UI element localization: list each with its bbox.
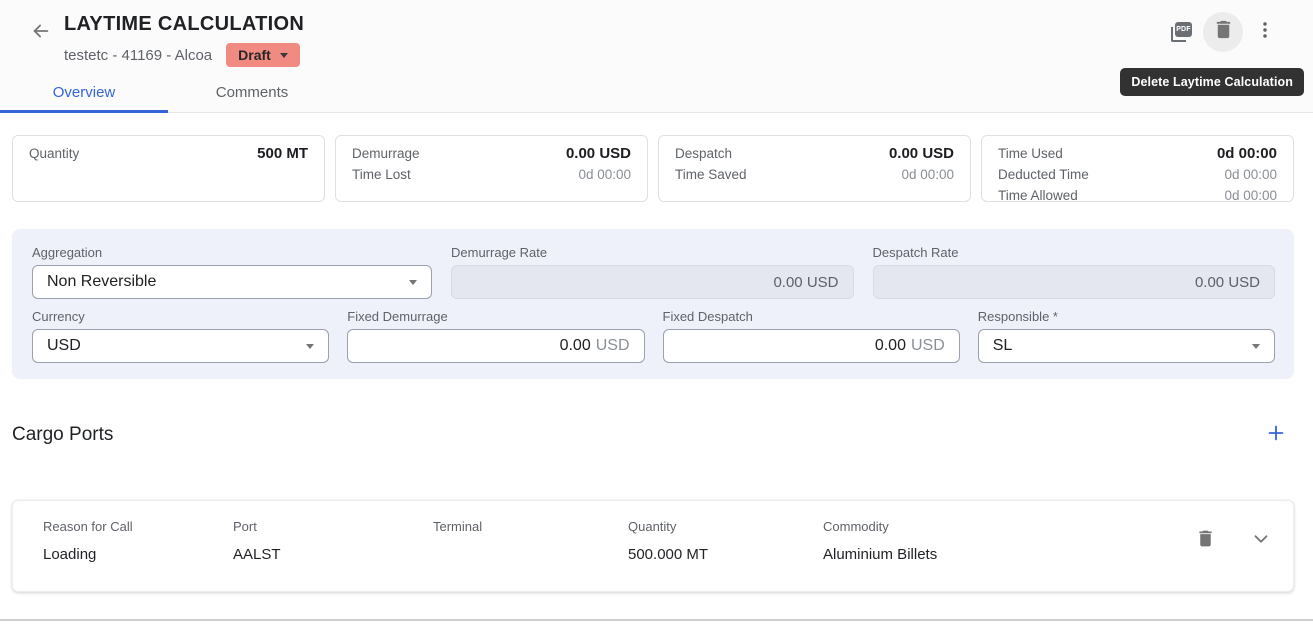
fixed-despatch-input[interactable]: 0.00 USD bbox=[663, 329, 960, 363]
cargo-ports-heading: Cargo Ports bbox=[12, 424, 113, 446]
demurrage-value: 0.00 USD bbox=[566, 143, 631, 164]
plus-icon bbox=[1265, 422, 1287, 449]
tab-overview[interactable]: Overview bbox=[0, 76, 168, 113]
chevron-down-icon bbox=[409, 280, 417, 285]
quantity-header: Quantity bbox=[628, 519, 823, 534]
demurrage-card: Demurrage 0.00 USD Time Lost 0d 00:00 bbox=[335, 135, 648, 202]
tab-bar: Overview Comments bbox=[0, 76, 1313, 113]
fixed-demurrage-value: 0.00 bbox=[560, 337, 591, 355]
despatch-rate-field: Despatch Rate 0.00 USD bbox=[873, 245, 1276, 299]
fixed-despatch-label: Fixed Despatch bbox=[663, 309, 960, 324]
despatch-value: 0.00 USD bbox=[889, 143, 954, 164]
fixed-despatch-field: Fixed Despatch 0.00 USD bbox=[663, 309, 960, 363]
despatch-rate-input: 0.00 USD bbox=[873, 265, 1276, 299]
currency-value: USD bbox=[47, 337, 81, 355]
summary-cards-row: Quantity 500 MT Demurrage 0.00 USD Time … bbox=[12, 135, 1294, 202]
quantity-cell: Quantity 500.000 MT bbox=[628, 519, 823, 563]
calculation-settings-section: Aggregation Non Reversible Demurrage Rat… bbox=[12, 229, 1294, 379]
responsible-value: SL bbox=[993, 337, 1013, 355]
aggregation-value: Non Reversible bbox=[47, 273, 156, 291]
demurrage-label: Demurrage bbox=[352, 143, 420, 164]
terminal-header: Terminal bbox=[433, 519, 628, 534]
demurrage-rate-input: 0.00 USD bbox=[451, 265, 854, 299]
quantity-value: 500 MT bbox=[257, 143, 308, 164]
page-subtitle: testetc - 41169 - Alcoa bbox=[64, 47, 212, 64]
bottom-divider bbox=[0, 619, 1313, 621]
page-title: LAYTIME CALCULATION bbox=[64, 12, 304, 36]
time-saved-label: Time Saved bbox=[675, 164, 747, 185]
cargo-port-row: Reason for Call Loading Port AALST Termi… bbox=[12, 500, 1294, 592]
more-options-button[interactable] bbox=[1245, 12, 1285, 52]
despatch-label: Despatch bbox=[675, 143, 732, 164]
responsible-label: Responsible * bbox=[978, 309, 1275, 324]
terminal-cell: Terminal bbox=[433, 519, 628, 563]
responsible-select[interactable]: SL bbox=[978, 329, 1275, 363]
currency-field: Currency USD bbox=[32, 309, 329, 363]
currency-label: Currency bbox=[32, 309, 329, 324]
status-label: Draft bbox=[238, 47, 271, 63]
time-allowed-value: 0d 00:00 bbox=[1224, 185, 1277, 206]
demurrage-rate-value: 0.00 USD bbox=[773, 274, 838, 291]
delete-tooltip: Delete Laytime Calculation bbox=[1120, 68, 1304, 96]
aggregation-field: Aggregation Non Reversible bbox=[32, 245, 432, 299]
arrow-left-icon bbox=[30, 20, 52, 47]
row-expand-button[interactable] bbox=[1243, 523, 1279, 559]
pdf-icon: PDF bbox=[1169, 20, 1193, 44]
chevron-down-icon bbox=[280, 53, 288, 58]
aggregation-select[interactable]: Non Reversible bbox=[32, 265, 432, 299]
status-badge[interactable]: Draft bbox=[226, 43, 300, 67]
time-allowed-label: Time Allowed bbox=[998, 185, 1078, 206]
time-lost-value: 0d 00:00 bbox=[578, 164, 631, 185]
port-value: AALST bbox=[233, 546, 433, 563]
fixed-despatch-unit: USD bbox=[911, 337, 945, 355]
demurrage-rate-field: Demurrage Rate 0.00 USD bbox=[451, 245, 854, 299]
export-pdf-button[interactable]: PDF bbox=[1161, 12, 1201, 52]
quantity-card: Quantity 500 MT bbox=[12, 135, 325, 202]
fixed-demurrage-unit: USD bbox=[596, 337, 630, 355]
deducted-time-label: Deducted Time bbox=[998, 164, 1089, 185]
fixed-demurrage-label: Fixed Demurrage bbox=[347, 309, 644, 324]
despatch-rate-label: Despatch Rate bbox=[873, 245, 1276, 260]
chevron-down-icon bbox=[306, 344, 314, 349]
page-header: LAYTIME CALCULATION testetc - 41169 - Al… bbox=[0, 0, 1313, 113]
commodity-value: Aluminium Billets bbox=[823, 546, 1187, 563]
time-used-card: Time Used 0d 00:00 Deducted Time 0d 00:0… bbox=[981, 135, 1294, 202]
trash-icon bbox=[1195, 528, 1216, 554]
time-used-value: 0d 00:00 bbox=[1217, 143, 1277, 164]
trash-icon bbox=[1212, 18, 1235, 46]
delete-button[interactable] bbox=[1203, 12, 1243, 52]
reason-for-call-header: Reason for Call bbox=[43, 519, 233, 534]
commodity-cell: Commodity Aluminium Billets bbox=[823, 519, 1187, 563]
time-used-label: Time Used bbox=[998, 143, 1063, 164]
commodity-header: Commodity bbox=[823, 519, 1187, 534]
demurrage-rate-label: Demurrage Rate bbox=[451, 245, 854, 260]
responsible-field: Responsible * SL bbox=[978, 309, 1275, 363]
tab-comments[interactable]: Comments bbox=[168, 76, 336, 113]
time-saved-value: 0d 00:00 bbox=[901, 164, 954, 185]
reason-for-call-value: Loading bbox=[43, 546, 233, 563]
despatch-rate-value: 0.00 USD bbox=[1195, 274, 1260, 291]
quantity-value: 500.000 MT bbox=[628, 546, 823, 563]
row-delete-button[interactable] bbox=[1187, 523, 1223, 559]
currency-select[interactable]: USD bbox=[32, 329, 329, 363]
chevron-down-icon bbox=[1252, 344, 1260, 349]
back-button[interactable] bbox=[26, 18, 56, 48]
fixed-despatch-value: 0.00 bbox=[875, 337, 906, 355]
add-cargo-port-button[interactable] bbox=[1262, 421, 1290, 449]
chevron-down-icon bbox=[1250, 528, 1272, 555]
despatch-card: Despatch 0.00 USD Time Saved 0d 00:00 bbox=[658, 135, 971, 202]
fixed-demurrage-input[interactable]: 0.00 USD bbox=[347, 329, 644, 363]
port-header: Port bbox=[233, 519, 433, 534]
kebab-menu-icon bbox=[1254, 19, 1276, 46]
quantity-label: Quantity bbox=[29, 143, 79, 164]
deducted-time-value: 0d 00:00 bbox=[1224, 164, 1277, 185]
time-lost-label: Time Lost bbox=[352, 164, 411, 185]
port-cell: Port AALST bbox=[233, 519, 433, 563]
fixed-demurrage-field: Fixed Demurrage 0.00 USD bbox=[347, 309, 644, 363]
reason-for-call-cell: Reason for Call Loading bbox=[43, 519, 233, 563]
aggregation-label: Aggregation bbox=[32, 245, 432, 260]
